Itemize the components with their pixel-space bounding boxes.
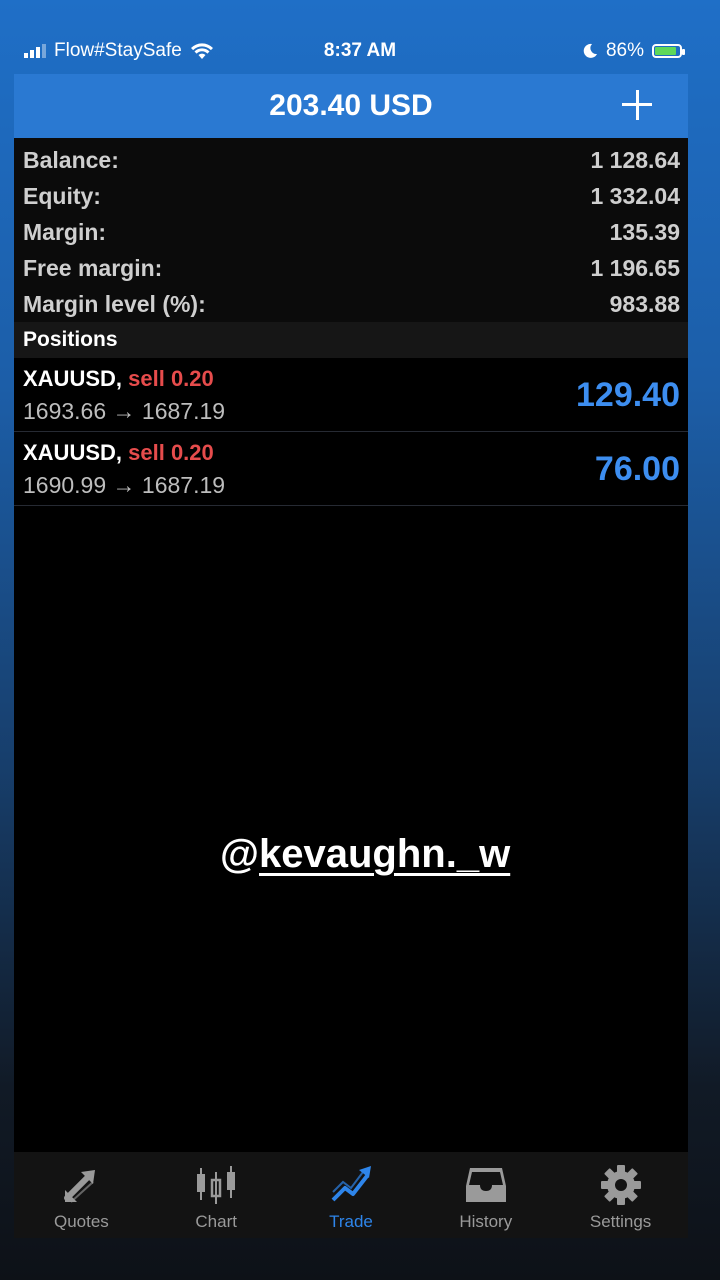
moon-icon (583, 43, 597, 58)
battery-percent: 86% (605, 40, 644, 61)
margin-level-label: Margin level (%): (23, 290, 206, 317)
tab-chart[interactable]: Chart (149, 1152, 284, 1238)
free-margin-value: 1 196.65 (590, 254, 680, 281)
tab-history[interactable]: History (418, 1152, 553, 1238)
position-instrument: XAUUSD, sell 0.20 (23, 366, 214, 392)
tab-settings[interactable]: Settings (553, 1152, 688, 1238)
position-prices: 1693.66 → 1687.19 (23, 398, 226, 424)
page-title: 203.40 USD (269, 89, 433, 122)
username-mention: kevaughn._w (259, 832, 511, 876)
margin-label: Margin: (23, 218, 107, 245)
equity-value: 1 332.04 (590, 182, 680, 209)
status-bar: Flow#StaySafe 8:37 AM 86% (0, 28, 720, 74)
position-instrument: XAUUSD, sell 0.20 (23, 440, 214, 466)
margin-level-value: 983.88 (609, 290, 680, 317)
tab-trade-label: Trade (329, 1212, 373, 1231)
tab-trade[interactable]: Trade (284, 1152, 419, 1238)
quotes-arrows-icon (64, 1170, 96, 1203)
balance-value: 1 128.64 (590, 146, 680, 173)
equity-label: Equity: (23, 182, 101, 209)
trade-screen: 203.40 USD Balance: 1 128.64 Equity: 1 3… (14, 74, 688, 1154)
gear-icon (600, 1165, 641, 1205)
tab-history-label: History (459, 1212, 513, 1231)
tab-bar: Quotes Chart Trade History Settings (14, 1152, 688, 1238)
position-symbol: XAUUSD, (23, 366, 123, 391)
equity-row: Equity: 1 332.04 (14, 178, 688, 214)
position-row[interactable]: XAUUSD, sell 0.20 1690.99 → 1687.19 76.0… (14, 432, 688, 506)
status-right: 86% (582, 40, 685, 62)
positions-title: Positions (23, 328, 118, 351)
header: 203.40 USD (14, 74, 688, 138)
balance-label: Balance: (23, 146, 119, 173)
margin-value: 135.39 (609, 218, 680, 245)
inbox-tray-icon (465, 1168, 506, 1202)
battery-fill (655, 47, 676, 55)
battery-icon (652, 44, 685, 58)
username-sticker: @kevaughn._w (220, 832, 510, 877)
tab-quotes[interactable]: Quotes (14, 1152, 149, 1238)
position-side: sell 0.20 (128, 366, 214, 391)
tab-quotes-label: Quotes (53, 1212, 109, 1231)
position-row[interactable]: XAUUSD, sell 0.20 1693.66 → 1687.19 129.… (14, 358, 688, 432)
tab-chart-label: Chart (195, 1212, 237, 1231)
margin-level-row: Margin level (%): 983.88 (14, 286, 688, 322)
position-profit: 76.00 (594, 450, 680, 488)
at-sign: @ (220, 832, 260, 876)
trend-arrow-icon (331, 1166, 371, 1202)
free-margin-row: Free margin: 1 196.65 (14, 250, 688, 286)
account-summary: Balance: 1 128.64 Equity: 1 332.04 Margi… (14, 138, 688, 322)
position-symbol: XAUUSD, (23, 440, 123, 465)
balance-row: Balance: 1 128.64 (14, 142, 688, 178)
position-profit: 129.40 (576, 376, 680, 414)
plus-icon[interactable] (620, 88, 654, 122)
position-prices: 1690.99 → 1687.19 (23, 472, 226, 498)
tab-settings-label: Settings (589, 1212, 652, 1231)
position-side: sell 0.20 (128, 440, 214, 465)
positions-header: Positions (14, 322, 688, 358)
margin-row: Margin: 135.39 (14, 214, 688, 250)
free-margin-label: Free margin: (23, 254, 163, 281)
candlestick-icon (197, 1166, 236, 1204)
